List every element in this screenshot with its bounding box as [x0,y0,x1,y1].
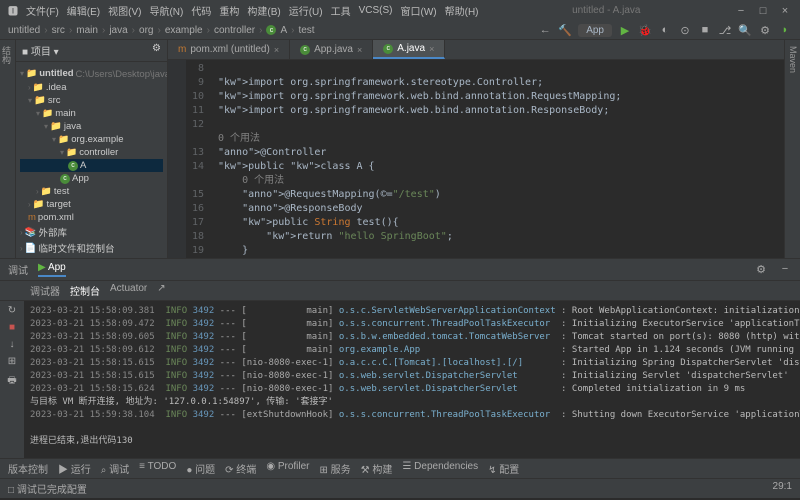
menu-build[interactable]: 构建(B) [247,3,280,18]
crumb[interactable]: untitled [8,25,40,36]
menu-run[interactable]: 运行(U) [289,3,323,18]
crumb-method[interactable]: test [298,25,314,36]
menu-view[interactable]: 视图(V) [108,3,141,18]
tree-node-selected: c A [20,159,163,172]
close-icon[interactable]: × [274,45,279,55]
crumb-file[interactable]: A [280,25,287,36]
tool-terminal[interactable]: ⟳ 终端 [225,461,256,476]
stop-icon[interactable]: ■ [9,322,15,333]
tab-app[interactable]: ▶ App [38,262,66,277]
crumb[interactable]: example [165,25,203,36]
close-icon[interactable]: × [429,44,434,54]
menu-help[interactable]: 帮助(H) [445,3,479,18]
breadcrumb-bar: untitled› src› main› java› org› example›… [0,21,800,40]
menu-tools[interactable]: 工具 [331,3,351,18]
sub-actuator[interactable]: Actuator [110,283,147,298]
debug-icon[interactable]: 🐞 [638,23,652,37]
menu-refactor[interactable]: 重构 [219,3,239,18]
tool-vcs[interactable]: 版本控制 [8,461,48,476]
debug-gutter: ↻ ■ ↓ ⊞ 🖶 [0,301,24,458]
status-message: □ 调试已完成配置 [8,481,87,496]
tool-services[interactable]: ⊞ 服务 [320,461,351,476]
crumb[interactable]: src [52,25,65,36]
rerun-icon[interactable]: ↻ [8,305,16,316]
left-toolwindow-stripe[interactable]: 结构 [0,40,16,258]
print-icon[interactable]: 🖶 [7,373,16,390]
menu-vcs[interactable]: VCS(S) [359,5,393,16]
menu-navigate[interactable]: 导航(N) [149,3,183,18]
right-toolwindow-stripe[interactable]: Maven [784,40,800,258]
code-with-me-icon[interactable]: ◗ [778,23,792,37]
run-config-dropdown[interactable]: App [578,24,612,37]
git-icon[interactable]: ⎇ [718,23,732,37]
stop-icon[interactable]: ■ [698,23,712,37]
editor-tab-app[interactable]: cApp.java× [290,40,373,59]
tool-config[interactable]: ↯ 配置 [488,461,519,476]
project-panel-title: ■ 项目 ▾ [22,43,59,58]
run-toolbar: ← 🔨 App ▶ 🐞 ◐ ⊙ ■ ⎇ 🔍 ⚙ ◗ [538,23,792,37]
menu-window[interactable]: 窗口(W) [401,3,437,18]
tool-window-bar: 版本控制 ▶ 运行 ⌕ 调试 ≡ TODO ● 问题 ⟳ 终端 ◉ Profil… [0,458,800,478]
back-icon[interactable]: ← [538,23,552,37]
coverage-icon[interactable]: ◐ [658,23,672,37]
hide-icon[interactable]: − [778,262,792,276]
hammer-icon[interactable]: 🔨 [558,23,572,37]
tool-profiler[interactable]: ◉ Profiler [266,461,309,476]
crumb[interactable]: org [139,25,153,36]
step-down-icon[interactable]: ↓ [10,339,15,350]
run-icon[interactable]: ▶ [618,23,632,37]
tool-todo[interactable]: ≡ TODO [139,461,176,476]
status-position[interactable]: 29:1 [773,481,792,496]
editor-tab-a[interactable]: cA.java× [373,40,445,59]
project-panel-gear-icon[interactable]: ⚙ [152,43,161,58]
tool-run[interactable]: ▶ 运行 [58,461,91,476]
editor-area: mpom.xml (untitled)× cApp.java× cA.java×… [168,40,784,258]
profiler-icon[interactable]: ⊙ [678,23,692,37]
breadcrumb: untitled› src› main› java› org› example›… [8,25,315,36]
menu-edit[interactable]: 编辑(E) [67,3,100,18]
close-icon[interactable]: × [778,4,792,18]
tool-deps[interactable]: ☰ Dependencies [402,461,478,476]
tool-build[interactable]: ⚒ 构建 [361,461,393,476]
editor-tab-pom[interactable]: mpom.xml (untitled)× [168,40,290,59]
menu-code[interactable]: 代码 [191,3,211,18]
class-icon: c [266,25,276,35]
gear-icon[interactable]: ⚙ [754,262,768,276]
close-icon[interactable]: × [357,45,362,55]
layout-icon[interactable]: ⊞ [8,356,16,367]
sub-debugger[interactable]: 调试器 [30,283,60,298]
line-gutter: 8 9 10 11 12 13 14 15 16 17 18 19 20 21 [186,60,210,258]
search-icon[interactable]: 🔍 [738,23,752,37]
code-content[interactable]: "kw">import org.springframework.stereoty… [210,60,784,258]
maximize-icon[interactable]: □ [756,4,770,18]
tool-debug[interactable]: ⌕ 调试 [101,461,129,476]
crumb[interactable]: java [109,25,127,36]
main-menubar: 🅸 文件(F) 编辑(E) 视图(V) 导航(N) 代码 重构 构建(B) 运行… [0,0,800,21]
tool-problems[interactable]: ● 问题 [186,461,215,476]
window-title: untitled - A.java [572,5,640,16]
console-output[interactable]: 2023-03-21 15:58:09.381 INFO 3492 --- [ … [24,301,800,458]
project-panel: ■ 项目 ▾ ⚙ ▾📁untitled C:\Users\Desktop\jav… [16,40,168,258]
debug-panel: 调试 ▶ App ⚙ − 调试器 控制台 Actuator ↗ ↻ ■ ↓ ⊞ … [0,258,800,478]
settings-icon[interactable]: ⚙ [758,23,772,37]
crumb[interactable]: controller [214,25,255,36]
crumb[interactable]: main [76,25,98,36]
project-tree[interactable]: ▾📁untitled C:\Users\Desktop\java学习\untit… [16,62,167,258]
app-icon: 🅸 [8,3,18,18]
gutter-icons[interactable] [168,60,186,258]
sub-console[interactable]: 控制台 [70,283,100,298]
minimize-icon[interactable]: − [734,4,748,18]
editor-tabs: mpom.xml (untitled)× cApp.java× cA.java× [168,40,784,60]
editor-body[interactable]: 8 9 10 11 12 13 14 15 16 17 18 19 20 21 … [168,60,784,258]
tab-debug[interactable]: 调试 [8,262,28,277]
menu-file[interactable]: 文件(F) [26,3,59,18]
status-bar: □ 调试已完成配置 29:1 [0,478,800,498]
